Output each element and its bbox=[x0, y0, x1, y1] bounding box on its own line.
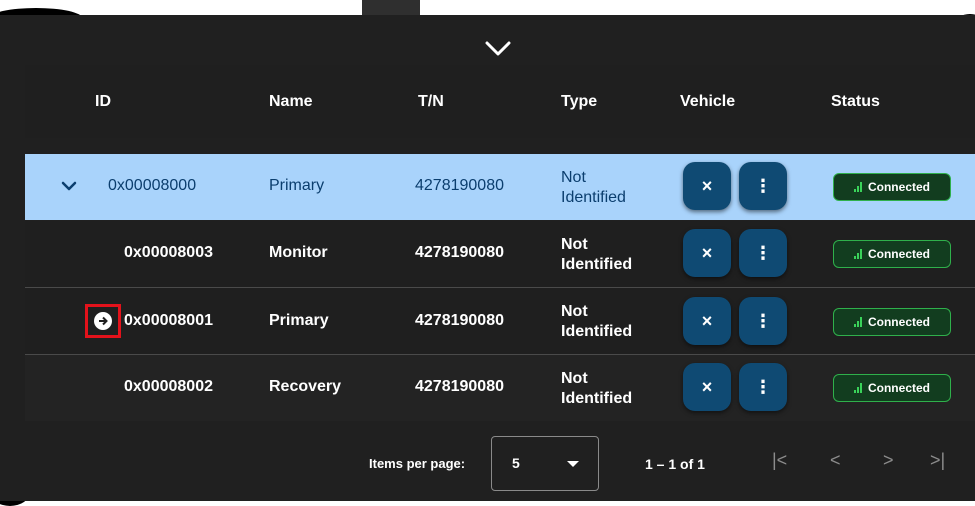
signal-bars-icon bbox=[853, 182, 862, 192]
vehicle-menu-button[interactable]: ⋮ bbox=[739, 363, 787, 411]
close-icon: × bbox=[701, 242, 713, 263]
paginator: Items per page: 5 1 – 1 of 1 |< < > >| bbox=[0, 420, 975, 501]
items-per-page-label: Items per page: bbox=[369, 456, 466, 471]
table-row[interactable]: 0x00008000 Primary 4278190080 Not Identi… bbox=[25, 154, 975, 220]
column-header-name[interactable]: Name bbox=[269, 93, 313, 111]
column-header-tn[interactable]: T/N bbox=[418, 93, 444, 111]
status-label: Connected bbox=[867, 381, 930, 395]
top-bar-block bbox=[362, 0, 420, 15]
device-id: 0x00008002 bbox=[124, 378, 213, 395]
previous-page-button[interactable]: < bbox=[830, 450, 841, 471]
column-header-type[interactable]: Type bbox=[561, 93, 597, 111]
signal-bars-icon bbox=[853, 249, 862, 259]
devices-table: ID Name T/N Type Vehicle Status 0x000080… bbox=[25, 65, 975, 421]
status-badge: Connected bbox=[833, 173, 951, 201]
device-type-line: Identified bbox=[561, 323, 633, 340]
device-type-line: Identified bbox=[561, 256, 633, 273]
vehicle-menu-button[interactable]: ⋮ bbox=[739, 229, 787, 277]
device-type-line: Not bbox=[561, 303, 588, 320]
device-tn: 4278190080 bbox=[415, 378, 504, 395]
next-page-button[interactable]: > bbox=[883, 450, 894, 471]
more-vert-icon: ⋮ bbox=[754, 376, 772, 397]
status-badge: Connected bbox=[833, 240, 951, 268]
device-tn: 4278190080 bbox=[415, 177, 504, 194]
device-id: 0x00008003 bbox=[124, 244, 213, 261]
device-type-line: Identified bbox=[561, 189, 626, 206]
column-header-id[interactable]: ID bbox=[95, 93, 111, 111]
expand-chevron-icon[interactable] bbox=[61, 180, 77, 192]
device-name: Primary bbox=[269, 312, 329, 329]
remove-vehicle-button[interactable]: × bbox=[683, 229, 731, 277]
arrow-right-icon bbox=[99, 316, 108, 326]
table-row[interactable]: 0x00008002 Recovery 4278190080 Not Ident… bbox=[25, 355, 975, 421]
items-per-page-value: 5 bbox=[512, 455, 520, 471]
device-name: Recovery bbox=[269, 378, 342, 395]
vehicle-menu-button[interactable]: ⋮ bbox=[739, 162, 787, 210]
close-icon: × bbox=[701, 376, 713, 397]
status-badge: Connected bbox=[833, 374, 951, 402]
more-vert-icon: ⋮ bbox=[754, 310, 772, 331]
remove-vehicle-button[interactable]: × bbox=[683, 297, 731, 345]
device-name: Monitor bbox=[269, 244, 328, 261]
column-header-vehicle[interactable]: Vehicle bbox=[680, 93, 735, 111]
arrow-right-circle-icon[interactable] bbox=[94, 312, 112, 330]
device-tn: 4278190080 bbox=[415, 244, 504, 261]
status-label: Connected bbox=[867, 180, 930, 194]
column-header-status[interactable]: Status bbox=[831, 93, 880, 111]
device-id: 0x00008000 bbox=[108, 177, 197, 194]
device-id: 0x00008001 bbox=[124, 312, 213, 329]
signal-bars-icon bbox=[853, 383, 862, 393]
signal-bars-icon bbox=[853, 317, 862, 327]
items-per-page-select[interactable]: 5 bbox=[491, 436, 599, 491]
status-label: Connected bbox=[867, 247, 930, 261]
caret-down-icon bbox=[567, 461, 579, 467]
last-page-button[interactable]: >| bbox=[930, 450, 945, 471]
more-vert-icon: ⋮ bbox=[754, 242, 772, 263]
device-type-line: Not bbox=[561, 236, 588, 253]
more-vert-icon: ⋮ bbox=[754, 175, 772, 196]
device-name: Primary bbox=[269, 177, 325, 194]
close-icon: × bbox=[701, 310, 713, 331]
range-label: 1 – 1 of 1 bbox=[645, 456, 705, 472]
remove-vehicle-button[interactable]: × bbox=[683, 363, 731, 411]
table-header: ID Name T/N Type Vehicle Status bbox=[25, 65, 975, 138]
device-type: Not Identified bbox=[561, 369, 632, 409]
device-type-line: Not bbox=[561, 169, 586, 186]
status-label: Connected bbox=[867, 315, 930, 329]
remove-vehicle-button[interactable]: × bbox=[683, 162, 731, 210]
device-type-line: Identified bbox=[561, 390, 633, 407]
vehicle-menu-button[interactable]: ⋮ bbox=[739, 297, 787, 345]
device-tn: 4278190080 bbox=[415, 312, 504, 329]
chevron-down-icon[interactable] bbox=[484, 40, 512, 58]
status-badge: Connected bbox=[833, 308, 951, 336]
highlight-box[interactable] bbox=[85, 304, 121, 338]
device-type: Not Identified bbox=[561, 168, 626, 208]
table-row[interactable]: 0x00008001 Primary 4278190080 Not Identi… bbox=[25, 288, 975, 354]
close-icon: × bbox=[701, 175, 713, 196]
first-page-button[interactable]: |< bbox=[772, 450, 787, 471]
device-type: Not Identified bbox=[561, 302, 632, 342]
device-type-line: Not bbox=[561, 370, 588, 387]
device-type: Not Identified bbox=[561, 235, 632, 275]
table-row[interactable]: 0x00008003 Monitor 4278190080 Not Identi… bbox=[25, 221, 975, 287]
